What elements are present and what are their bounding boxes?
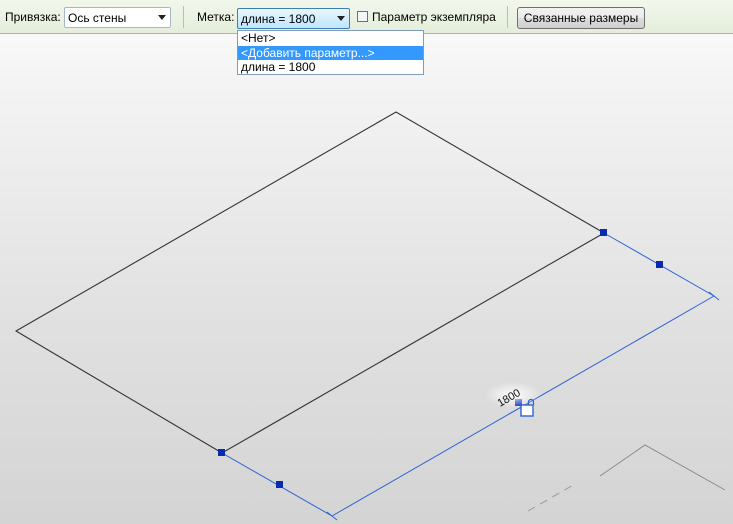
linked-dimensions-button[interactable]: Связанные размеры (517, 7, 645, 29)
snap-label: Привязка: (5, 10, 61, 24)
endpoint-grip[interactable] (600, 229, 607, 236)
tag-dropdown-list: <Нет> <Добавить параметр...> длина = 180… (237, 30, 424, 75)
drawing-canvas[interactable]: 1800 (0, 34, 733, 524)
snap-dropdown[interactable]: Ось стены (64, 7, 171, 28)
dropdown-item-none[interactable]: <Нет> (238, 31, 423, 46)
chevron-down-icon (337, 16, 345, 21)
dropdown-item-length-1800[interactable]: длина = 1800 (238, 60, 423, 75)
instance-parameter-label: Параметр экземпляра (372, 10, 496, 24)
toolbar-divider (183, 6, 184, 28)
background-hidden-edge (527, 483, 576, 512)
tag-dropdown[interactable]: длина = 1800 (237, 8, 350, 29)
tag-label: Метка: (197, 10, 235, 24)
toolbar-divider (507, 6, 508, 28)
endpoint-grip[interactable] (218, 449, 225, 456)
instance-parameter-checkbox[interactable] (357, 11, 368, 22)
chevron-down-icon (158, 15, 166, 20)
witness-line-grip[interactable] (276, 481, 283, 488)
options-bar: Привязка: Ось стены Метка: длина = 1800 … (0, 0, 733, 34)
snap-dropdown-value: Ось стены (68, 11, 127, 25)
dimension-tick-left (326, 511, 338, 521)
tag-dropdown-value: длина = 1800 (241, 12, 316, 26)
background-edge (599, 444, 726, 491)
dimension-tick-right (708, 291, 720, 301)
dropdown-item-add-parameter[interactable]: <Добавить параметр...> (238, 45, 423, 60)
witness-line-grip[interactable] (656, 261, 663, 268)
